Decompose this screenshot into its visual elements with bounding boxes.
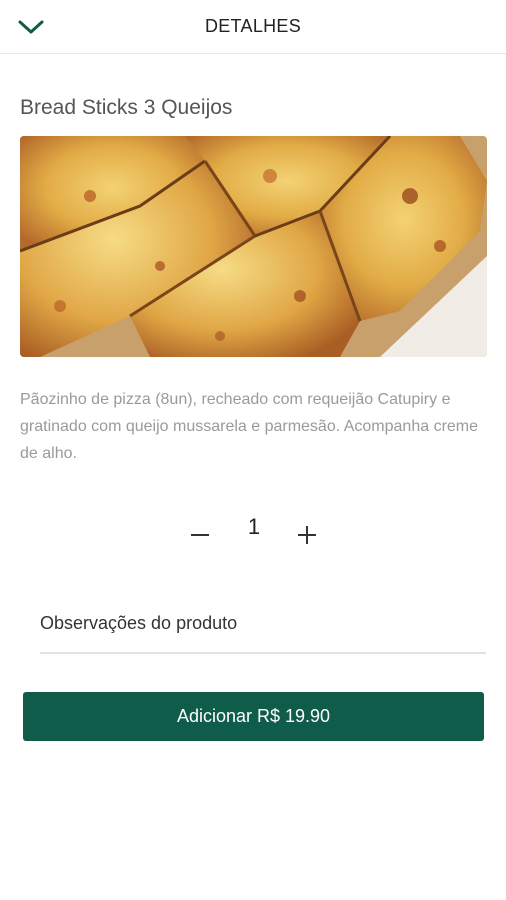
product-notes-field xyxy=(40,600,486,654)
minus-icon xyxy=(191,534,209,536)
page-title: DETALHES xyxy=(204,16,302,36)
top-bar: DETALHES xyxy=(0,0,506,54)
quantity-stepper: 1 xyxy=(0,510,506,560)
back-button[interactable] xyxy=(14,12,48,42)
product-description: Pãozinho de pizza (8un), recheado com re… xyxy=(20,391,479,462)
product-image xyxy=(20,136,487,357)
increase-quantity-button[interactable] xyxy=(292,520,322,550)
chevron-down-icon xyxy=(18,20,44,34)
quantity-value: 1 xyxy=(247,514,261,539)
decrease-quantity-button[interactable] xyxy=(185,520,215,550)
plus-icon xyxy=(298,526,316,544)
product-notes-input[interactable] xyxy=(40,600,486,646)
add-to-cart-button[interactable]: Adicionar R$ 19.90 xyxy=(23,692,484,741)
product-name: Bread Sticks 3 Queijos xyxy=(20,96,233,119)
